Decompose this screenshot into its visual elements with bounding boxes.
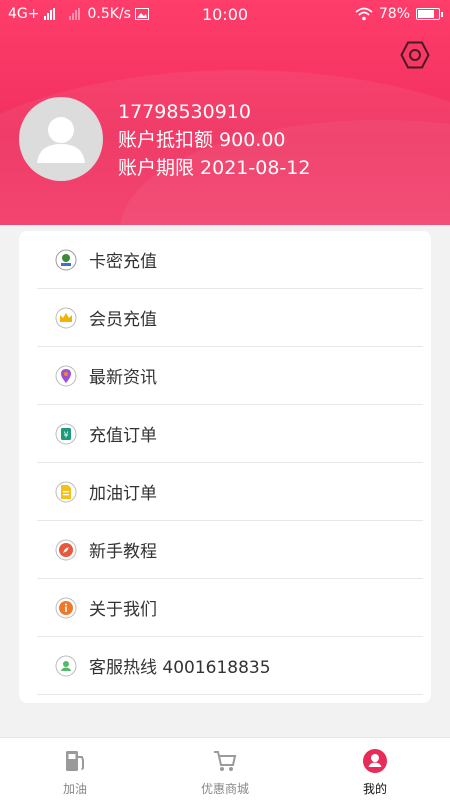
menu-item-label: 关于我们 (89, 600, 157, 620)
settings-icon[interactable] (400, 40, 430, 70)
menu-item-label: 会员充值 (89, 310, 157, 330)
menu-item-about-us[interactable]: 关于我们 (37, 579, 423, 637)
menu-item-label: 最新资讯 (89, 368, 157, 388)
user-support-icon (55, 655, 77, 676)
menu-item-label: 充值订单 (89, 426, 157, 446)
fuel-pump-icon (66, 751, 84, 771)
menu-item-member-recharge[interactable]: 会员充值 (37, 289, 423, 347)
status-bar: 4G+ 0.5K/s 10:00 78% (0, 0, 450, 30)
tab-mine[interactable]: 我的 (300, 738, 450, 800)
menu-item-label: 新手教程 (89, 542, 157, 562)
info-icon (55, 597, 77, 618)
menu-item-latest-news[interactable]: 最新资讯 (37, 347, 423, 405)
location-pin-icon (55, 365, 77, 386)
avatar[interactable] (19, 97, 103, 181)
crown-icon (55, 307, 77, 328)
card-recharge-icon (55, 249, 77, 270)
menu-item-card-recharge[interactable]: 卡密充值 (37, 231, 423, 289)
battery-percent: 78% (378, 6, 410, 22)
svg-text:¥: ¥ (63, 430, 68, 439)
yen-order-icon: ¥ (55, 423, 77, 444)
profile-header: 4G+ 0.5K/s 10:00 78% 17798530910 账户抵扣额 9… (0, 0, 450, 225)
document-icon (55, 481, 77, 502)
tab-shop[interactable]: 优惠商城 (150, 738, 300, 800)
user-avatar-icon (37, 117, 85, 163)
menu-item-label: 客服热线 4001618835 (89, 658, 271, 678)
user-phone: 17798530910 (118, 101, 251, 123)
menu-item-label: 卡密充值 (89, 252, 157, 272)
tab-fuel[interactable]: 加油 (0, 738, 150, 800)
menu-item-recharge-orders[interactable]: ¥ 充值订单 (37, 405, 423, 463)
battery-icon (416, 8, 443, 20)
tab-label: 我的 (362, 782, 387, 796)
menu-item-fuel-orders[interactable]: 加油订单 (37, 463, 423, 521)
tab-label: 优惠商城 (200, 782, 249, 796)
tab-label: 加油 (62, 782, 87, 796)
compass-icon (55, 539, 77, 560)
wifi-icon (355, 7, 373, 21)
shopping-cart-icon (214, 751, 237, 771)
user-info: 17798530910 账户抵扣额 900.00 账户期限 2021-08-12 (118, 98, 310, 182)
account-expiry: 账户期限 2021-08-12 (118, 157, 311, 179)
deduction-amount: 账户抵扣额 900.00 (118, 129, 286, 151)
bottom-tab-bar: 加油 优惠商城 我的 (0, 737, 450, 800)
menu-item-label: 加油订单 (89, 484, 157, 504)
menu-list: 卡密充值 会员充值 最新资讯 ¥ 充值订单 加油订单 新手教程 关于我们 客服热… (19, 231, 431, 703)
user-profile-icon (363, 749, 387, 773)
menu-item-service-hotline[interactable]: 客服热线 4001618835 (37, 637, 423, 695)
menu-item-tutorial[interactable]: 新手教程 (37, 521, 423, 579)
